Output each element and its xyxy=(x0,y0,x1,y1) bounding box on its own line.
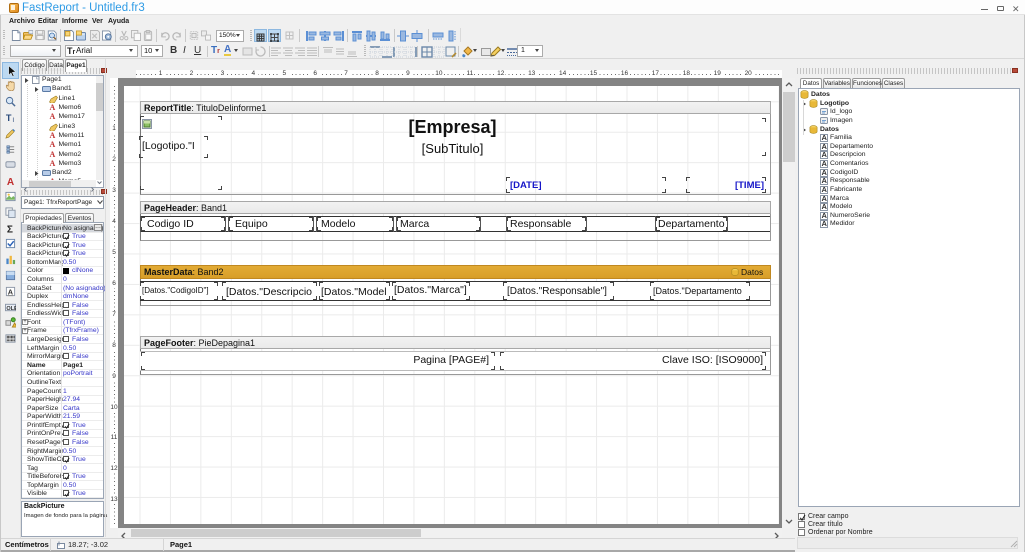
svg-text:I: I xyxy=(12,117,14,123)
svg-text:A: A xyxy=(7,177,15,186)
svg-text:T: T xyxy=(6,113,12,123)
svg-text:Σ: Σ xyxy=(7,224,13,233)
svg-text:OLE: OLE xyxy=(6,305,16,311)
